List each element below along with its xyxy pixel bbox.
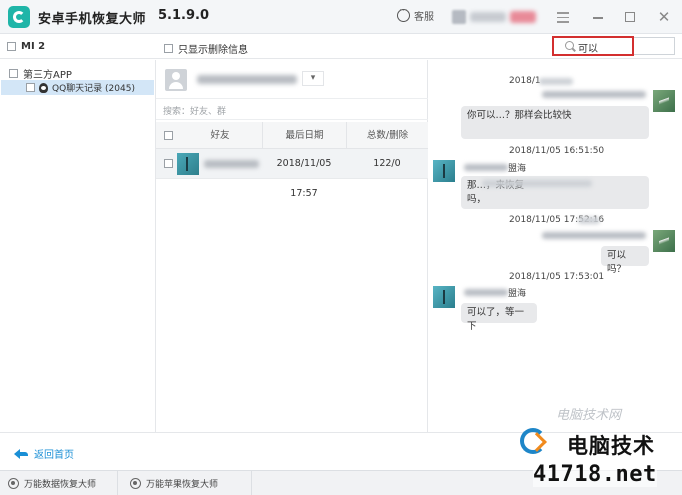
sender-name-suffix: 盟海 <box>508 289 527 299</box>
watermark-site: 41718.net <box>533 462 657 487</box>
sender-name-suffix: 盟海 <box>508 164 527 174</box>
message-timestamp: 2018/11/05 17:53:01 <box>509 272 605 282</box>
apple-recovery-icon <box>130 477 141 489</box>
message-text: 你可以…？那样会比较快 <box>467 110 572 121</box>
chat-history-panel: 2018/1 你可以…？那样会比较快 2018/11/05 16:51:50 盟… <box>428 60 682 432</box>
maximize-icon[interactable] <box>622 9 638 25</box>
app-title: 安卓手机恢复大师 <box>38 12 147 27</box>
device-selector[interactable]: MI 2 <box>7 41 45 52</box>
watermark-logo-icon <box>520 426 554 456</box>
message-bubble-outgoing: 你可以…？那样会比较快 <box>461 106 649 139</box>
user-avatar <box>452 10 466 24</box>
timestamp-redacted <box>539 78 573 85</box>
footer-link-apple-recovery[interactable]: 万能苹果恢复大师 <box>118 471 252 495</box>
contact-panel: ▾ 搜索：好友、群 好友 最后日期 总数/删除 2018/11/05 17:57… <box>156 60 428 432</box>
tree-item-qq-chat[interactable]: QQ聊天记录 (2045) <box>1 80 154 95</box>
only-deleted-toggle[interactable]: 只显示删除信息 <box>164 41 248 56</box>
my-avatar <box>653 90 675 112</box>
tree-root-label: 第三方APP <box>23 70 72 81</box>
only-deleted-label: 只显示删除信息 <box>178 45 248 56</box>
search-input-extension[interactable] <box>634 37 675 55</box>
contact-avatar <box>433 286 455 308</box>
app-version: 5.1.9.0 <box>158 8 209 23</box>
tree-item-label: QQ聊天记录 (2045) <box>52 84 135 94</box>
qq-penguin-icon <box>39 82 48 93</box>
row-last-date: 2018/11/05 17:57 <box>276 158 332 199</box>
back-home-button[interactable]: 返回首页 <box>14 446 74 461</box>
column-header-count[interactable]: 总数/删除 <box>346 122 428 149</box>
message-bubble-incoming: 可以了，等一下 <box>461 303 537 332</box>
back-arrow-icon <box>14 448 28 459</box>
menu-icon[interactable] <box>555 9 571 25</box>
contact-avatar <box>433 160 455 182</box>
sender-name-redacted <box>464 289 508 296</box>
sender-name-redacted <box>464 164 508 171</box>
user-name-redacted <box>470 12 506 22</box>
title-bar: 安卓手机恢复大师 5.1.9.0 客服 ✕ <box>0 0 682 34</box>
message-timestamp: 2018/1 <box>509 76 541 86</box>
back-home-label: 返回首页 <box>34 450 74 461</box>
account-name-redacted <box>197 75 297 84</box>
contact-search-input[interactable]: 搜索：好友、群 <box>156 98 428 120</box>
search-value: 可以 <box>578 44 598 55</box>
table-row[interactable]: 2018/11/05 17:57 122/0 <box>156 149 428 199</box>
watermark-title: 电脑技术 <box>567 434 655 458</box>
only-deleted-checkbox[interactable] <box>164 44 173 53</box>
message-text-line2: 吗， <box>467 194 487 205</box>
contact-avatar <box>177 153 199 175</box>
tree-root-third-party-apps[interactable]: 第三方APP <box>9 66 72 81</box>
tree-item-checkbox[interactable] <box>26 83 35 92</box>
chat-bubble-icon <box>397 6 410 22</box>
row-checkbox[interactable] <box>164 159 173 168</box>
user-badge-redacted <box>510 11 536 23</box>
close-icon[interactable]: ✕ <box>656 9 672 25</box>
search-input[interactable]: 可以 <box>552 36 634 56</box>
category-tree: 第三方APP QQ聊天记录 (2045) <box>0 60 156 432</box>
support-label: 客服 <box>414 12 434 23</box>
search-icon <box>565 41 574 50</box>
minimize-icon[interactable] <box>590 9 606 25</box>
footer-link-data-recovery[interactable]: 万能数据恢复大师 <box>0 471 118 495</box>
account-header: ▾ <box>156 60 428 98</box>
sender-name-redacted <box>542 232 646 239</box>
select-all-checkbox[interactable] <box>164 131 173 140</box>
row-count: 122/0 <box>373 158 401 169</box>
contact-table-header: 好友 最后日期 总数/删除 <box>156 122 428 149</box>
data-recovery-icon <box>8 477 19 489</box>
message-text-redacted <box>482 180 592 187</box>
device-name: MI 2 <box>21 41 46 52</box>
contact-name-redacted <box>204 160 259 168</box>
tree-root-checkbox[interactable] <box>9 69 18 78</box>
watermark-brand: 电脑技术网 <box>556 408 622 423</box>
footer-link-label: 万能数据恢复大师 <box>24 479 97 490</box>
device-checkbox[interactable] <box>7 42 16 51</box>
account-avatar-icon <box>165 69 187 91</box>
column-header-friend[interactable]: 好友 <box>178 122 262 149</box>
footer-link-label: 万能苹果恢复大师 <box>146 479 219 490</box>
column-header-last-date[interactable]: 最后日期 <box>262 122 346 149</box>
message-timestamp: 2018/11/05 16:51:50 <box>509 146 605 156</box>
my-avatar <box>653 230 675 252</box>
message-text: 可以了，等一下 <box>467 307 525 332</box>
account-dropdown[interactable]: ▾ <box>302 71 324 86</box>
message-bubble-outgoing: 可以吗？ <box>601 246 649 275</box>
support-button[interactable]: 客服 <box>397 6 434 23</box>
app-logo-icon <box>8 6 30 28</box>
contact-search-placeholder: 搜索：好友、群 <box>163 107 227 117</box>
sender-name-redacted <box>542 91 646 98</box>
message-text: 可以吗？ <box>607 250 627 275</box>
timestamp-redacted <box>578 217 600 224</box>
user-account-area[interactable] <box>452 7 547 27</box>
